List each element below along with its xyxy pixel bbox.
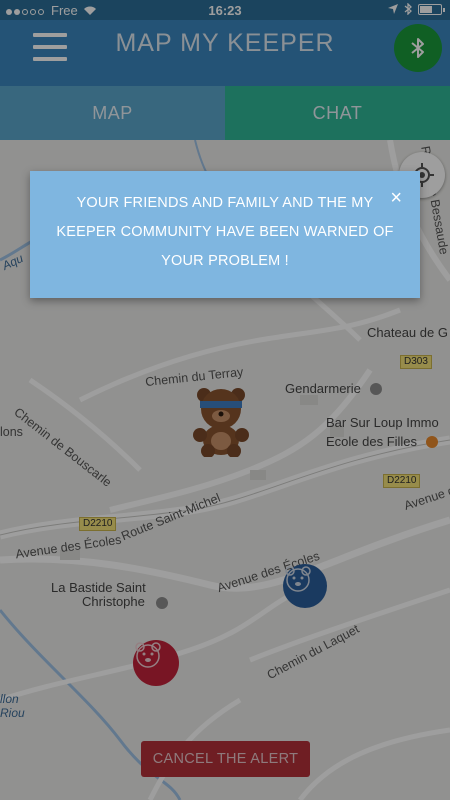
alert-message: YOUR FRIENDS AND FAMILY AND THE MY KEEPE… xyxy=(56,195,394,269)
close-icon[interactable]: × xyxy=(390,188,402,208)
alert-dialog: YOUR FRIENDS AND FAMILY AND THE MY KEEPE… xyxy=(30,171,420,298)
modal-backdrop[interactable] xyxy=(0,0,450,800)
